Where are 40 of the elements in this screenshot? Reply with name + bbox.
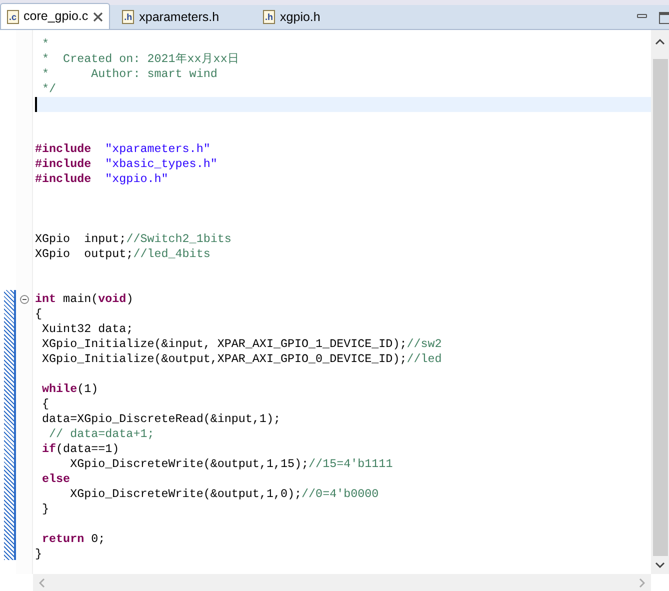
code-line: XGpio_DiscreteWrite(&output,1,15);//15=4'b1111 xyxy=(69,457,393,472)
maximize-icon[interactable] xyxy=(659,12,669,24)
code-line: while(1) xyxy=(41,382,98,397)
code-line: #include "xbasic_types.h" xyxy=(35,157,218,172)
code-line: Xuint32 data; xyxy=(41,322,134,337)
code-line: XGpio_Initialize(&input, XPAR_AXI_GPIO_1_DEVICE_ID);//sw2 xyxy=(41,337,442,352)
editor-tab[interactable]: .h xparameters.h xyxy=(116,5,226,29)
code-line: int main(void) xyxy=(35,292,134,307)
vertical-scrollbar[interactable] xyxy=(651,30,669,574)
text-cursor xyxy=(35,97,37,112)
scrollbar-thumb[interactable] xyxy=(652,59,668,556)
code-line: if(data==1) xyxy=(41,442,120,457)
code-line: * xyxy=(41,37,50,52)
code-line: { xyxy=(35,307,42,322)
code-line: { xyxy=(41,397,50,412)
collapse-icon[interactable] xyxy=(20,295,28,304)
code-line: XGpio input;//Switch2_1bits xyxy=(35,232,232,247)
file-icon: .h xyxy=(263,10,276,24)
editor-tab[interactable]: .c core_gpio.c xyxy=(0,3,110,29)
code-line: return 0; xyxy=(41,532,106,547)
minimize-icon[interactable] xyxy=(637,14,647,18)
code-line: else xyxy=(41,472,70,487)
scroll-down-icon[interactable] xyxy=(655,562,665,568)
code-line: XGpio output;//led_4bits xyxy=(35,247,210,262)
code-line: } xyxy=(41,502,50,517)
code-line: * Created on: 2021年xx月xx日 xyxy=(41,52,240,67)
code-line: #include "xparameters.h" xyxy=(35,142,210,157)
file-icon: .h xyxy=(122,10,134,24)
close-icon[interactable] xyxy=(93,12,104,22)
code-line: #include "xgpio.h" xyxy=(35,172,168,187)
code-line: XGpio_DiscreteWrite(&output,1,0);//0=4'b0000 xyxy=(69,487,379,502)
scroll-up-icon[interactable] xyxy=(655,39,665,45)
code-line: // data=data+1; xyxy=(48,427,154,442)
code-line: * Author: smart wind xyxy=(41,67,218,82)
code-line: XGpio_Initialize(&output,XPAR_AXI_GPIO_0_DEVICE_ID);//led xyxy=(41,352,442,367)
file-icon: .c xyxy=(7,10,19,24)
editor-tab[interactable]: .h xgpio.h xyxy=(257,5,326,29)
code-line: } xyxy=(35,547,42,562)
code-line: */ xyxy=(41,82,56,97)
code-line: data=XGpio_DiscreteRead(&input,1); xyxy=(41,412,280,427)
